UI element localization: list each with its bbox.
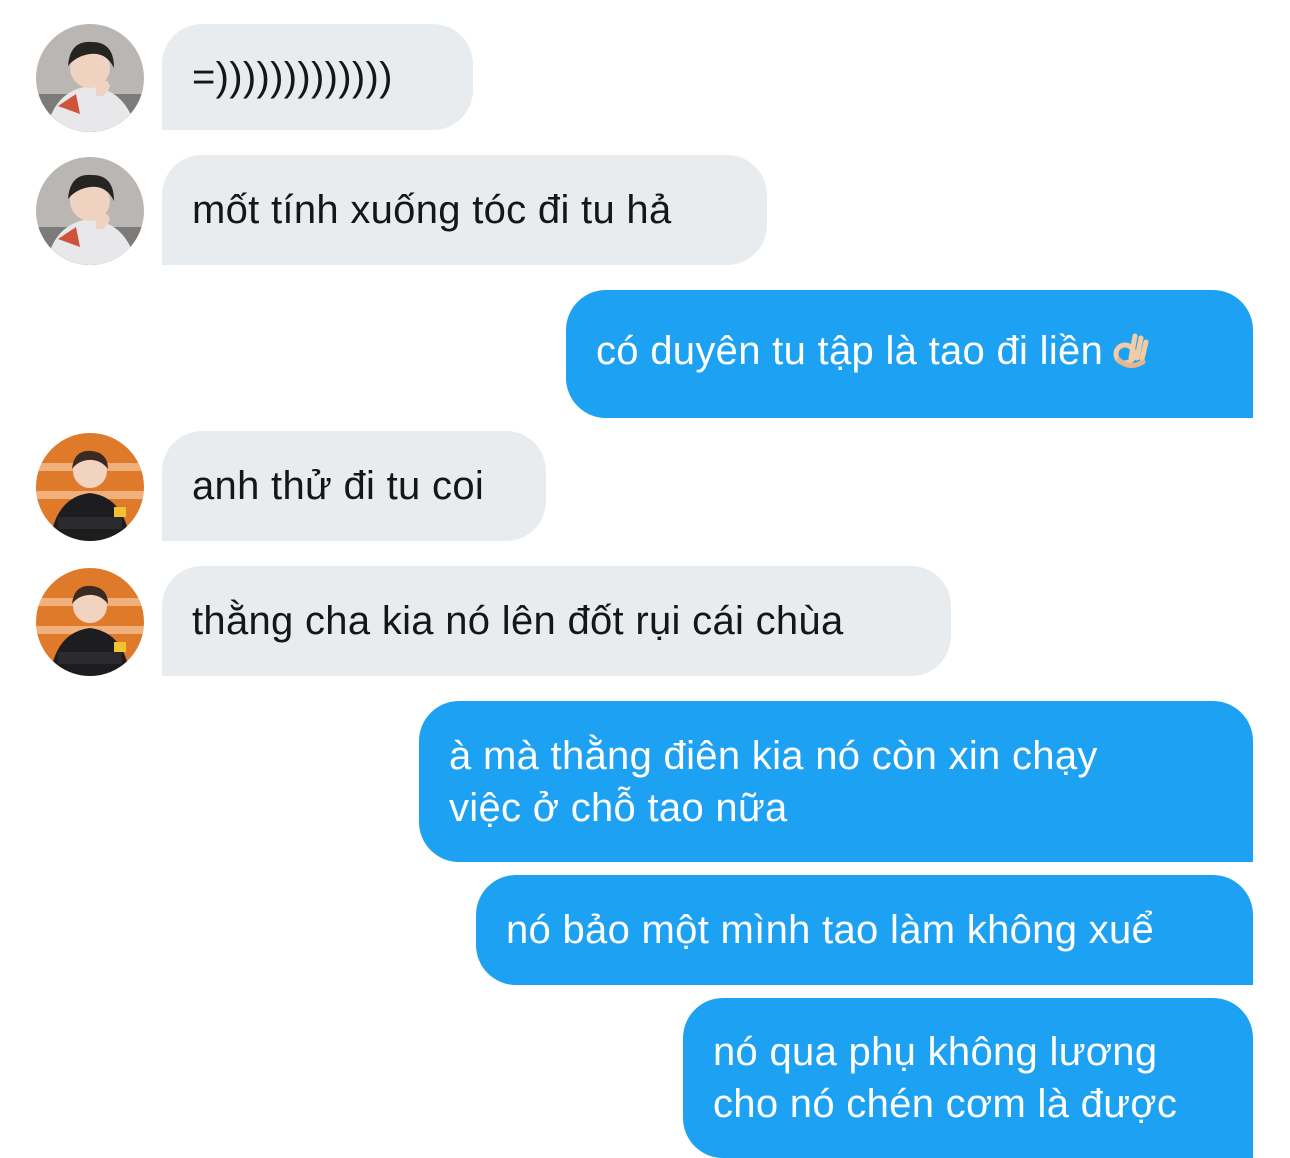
- message-bubble-outgoing[interactable]: nó qua phụ không lương cho nó chén cơm l…: [683, 998, 1253, 1158]
- message-text: mốt tính xuống tóc đi tu hả: [192, 188, 672, 232]
- avatar-user-2-image: [36, 568, 144, 676]
- avatar-user-1-image: [36, 157, 144, 265]
- message-bubble-incoming[interactable]: thằng cha kia nó lên đốt rụi cái chùa: [162, 566, 951, 676]
- avatar-user-2-image: [36, 433, 144, 541]
- message-bubble-incoming[interactable]: =))))))))))))): [162, 24, 473, 130]
- message-text-row: có duyên tu tập là tao đi liền: [596, 325, 1223, 383]
- message-text: nó bảo một mình tao làm không xuể: [506, 908, 1155, 952]
- message-text: anh thử đi tu coi: [192, 464, 485, 508]
- message-text-line-1: à mà thằng điên kia nó còn xin chạy: [449, 733, 1098, 778]
- avatar-user-2[interactable]: [36, 433, 144, 541]
- message-bubble-outgoing[interactable]: à mà thằng điên kia nó còn xin chạy việc…: [419, 701, 1253, 862]
- avatar-user-1[interactable]: [36, 157, 144, 265]
- message-text-line-2: việc ở chỗ tao nữa: [449, 785, 788, 830]
- message-bubble-outgoing[interactable]: nó bảo một mình tao làm không xuể: [476, 875, 1253, 985]
- message-text: có duyên tu tập là tao đi liền: [596, 329, 1104, 373]
- message-text: =))))))))))))): [192, 55, 393, 99]
- message-text: thằng cha kia nó lên đốt rụi cái chùa: [192, 599, 844, 643]
- avatar-user-2[interactable]: [36, 568, 144, 676]
- avatar-user-1-image: [36, 24, 144, 132]
- message-bubble-incoming[interactable]: anh thử đi tu coi: [162, 431, 546, 541]
- message-bubble-outgoing[interactable]: có duyên tu tập là tao đi liền: [566, 290, 1253, 418]
- message-bubble-incoming[interactable]: mốt tính xuống tóc đi tu hả: [162, 155, 767, 265]
- message-text-line-2: cho nó chén cơm là được: [713, 1082, 1178, 1126]
- avatar-user-1[interactable]: [36, 24, 144, 132]
- message-text-line-1: nó qua phụ không lương: [713, 1030, 1158, 1074]
- ok-hand-emoji-icon: [1111, 330, 1151, 383]
